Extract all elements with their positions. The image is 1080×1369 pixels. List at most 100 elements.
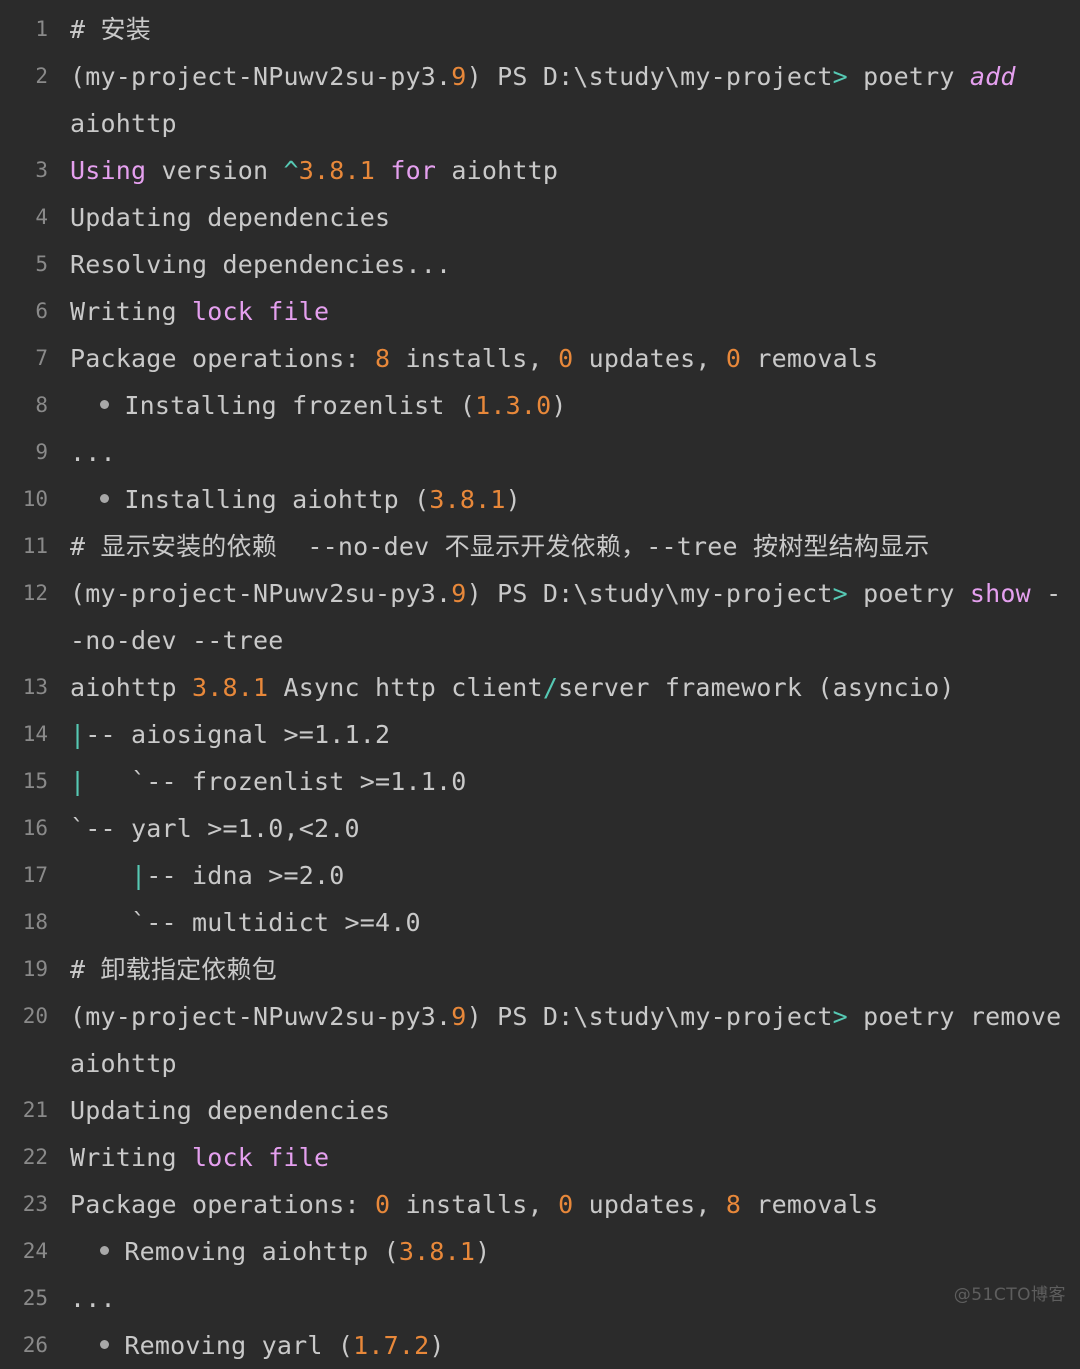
token-plain: ) [505,485,521,514]
line-number: 9 [35,440,48,464]
token-pink: for [390,156,437,185]
bullet-icon [100,1245,110,1255]
code-line: 23 Package operations: 0 installs, 0 upda… [0,1181,1080,1228]
token-plain: (my-project-NPuwv2su-py3. [70,62,452,91]
token-plain: Installing aiohttp ( [109,485,430,514]
token-plain: Package operations: [70,1190,376,1219]
token-plain: Updating dependencies [70,203,391,232]
token-plain: ... [70,438,116,467]
line-content: ... [48,1275,1080,1322]
token-orange: 3.8.1 [298,156,376,185]
line-number: 5 [35,252,48,276]
token-plain: ) PS D:\study\my-project [466,1002,833,1031]
token-plain: `-- multidict >=4.0 [70,908,421,937]
code-line: 6 Writing lock file [0,288,1080,335]
line-content: (my-project-NPuwv2su-py3.9) PS D:\study\… [48,53,1080,147]
code-line: 3 Using version ^3.8.1 for aiohttp [0,147,1080,194]
token-orange: 0 [725,344,742,373]
token-teal: / [542,673,559,702]
token-plain: Installing frozenlist ( [109,391,476,420]
token-plain: (my-project-NPuwv2su-py3. [70,1002,452,1031]
line-number: 8 [35,393,48,417]
line-content: Resolving dependencies... [48,241,1080,288]
token-orange: 0 [375,1190,391,1219]
token-plain: poetry [847,62,970,91]
code-line: 12 (my-project-NPuwv2su-py3.9) PS D:\stud… [0,570,1080,664]
token-teal: ^ [283,156,299,185]
token-orange: 1.7.2 [353,1331,430,1360]
token-plain: Removing yarl ( [109,1331,354,1360]
line-content: ... [48,429,1080,476]
line-content: |-- idna >=2.0 [48,852,1080,899]
code-line: 20 (my-project-NPuwv2su-py3.9) PS D:\stud… [0,993,1080,1087]
code-line: 13 aiohttp 3.8.1 Async http client/server… [0,664,1080,711]
line-content: `-- multidict >=4.0 [48,899,1080,946]
token-orange: 9 [451,579,467,608]
token-teal: | [131,861,147,890]
line-number: 22 [22,1145,48,1169]
line-number: 1 [35,17,48,41]
line-content: Writing lock file [48,288,1080,335]
code-line: 18 `-- multidict >=4.0 [0,899,1080,946]
code-line: 8 Installing frozenlist (1.3.0) [0,382,1080,429]
line-content: Installing aiohttp (3.8.1) [48,476,1080,523]
code-line: 14 |-- aiosignal >=1.1.2 [0,711,1080,758]
line-content: Installing frozenlist (1.3.0) [48,382,1080,429]
line-content: # 安装 [48,6,1080,53]
code-line: 2 (my-project-NPuwv2su-py3.9) PS D:\study… [0,53,1080,147]
token-teal: > [832,579,848,608]
line-number: 11 [22,534,48,558]
code-line: 25... [0,1275,1080,1322]
line-content: # 显示安装的依赖 --no-dev 不显示开发依赖，--tree 按树型结构显… [48,523,1080,570]
line-content: Package operations: 8 installs, 0 update… [48,335,1080,382]
line-content: Using version ^3.8.1 for aiohttp [48,147,1080,194]
line-content: Package operations: 0 installs, 0 update… [48,1181,1080,1228]
token-plain: Removing aiohttp ( [109,1237,399,1266]
token-plain: Async http client [268,673,543,702]
token-teal: > [832,62,848,91]
token-plain: ) PS D:\study\my-project [466,579,833,608]
token-teal: > [832,1002,848,1031]
token-orange: 1.3.0 [475,391,552,420]
line-number: 4 [35,205,48,229]
line-number: 16 [22,816,48,840]
token-plain: updates, [573,344,726,373]
bullet-icon [100,1339,110,1349]
line-number: 14 [22,722,48,746]
line-number: 13 [22,675,48,699]
token-plain: removals [741,344,879,373]
token-plain: Writing [70,297,193,326]
code-line: 4 Updating dependencies [0,194,1080,241]
line-content: Updating dependencies [48,1087,1080,1134]
token-orange: 9 [451,62,467,91]
line-number: 3 [35,158,48,182]
token-plain: server framework (asyncio) [558,673,955,702]
code-line: 11 # 显示安装的依赖 --no-dev 不显示开发依赖，--tree 按树型结… [0,523,1080,570]
token-orange: 8 [375,344,391,373]
line-content: Removing aiohttp (3.8.1) [48,1228,1080,1275]
line-number: 15 [22,769,48,793]
line-number: 20 [22,1004,48,1028]
code-line: 24 Removing aiohttp (3.8.1) [0,1228,1080,1275]
token-pink: lock file [192,297,330,326]
bullet-icon [100,493,110,503]
line-number: 24 [22,1239,48,1263]
line-number: 12 [22,581,48,605]
line-number: 21 [22,1098,48,1122]
token-plain: updates, [573,1190,726,1219]
token-plain: Writing [70,1143,193,1172]
token-plain: poetry [847,579,970,608]
line-number: 10 [22,487,48,511]
code-line: 21 Updating dependencies [0,1087,1080,1134]
code-line: 16 `-- yarl >=1.0,<2.0 [0,805,1080,852]
token-plain: (my-project-NPuwv2su-py3. [70,579,452,608]
token-plain: # 卸载指定依赖包 [70,955,277,984]
token-plain: ) [429,1331,445,1360]
code-line: 26 Removing yarl (1.7.2) [0,1322,1080,1369]
token-plain: -- aiosignal >=1.1.2 [85,720,391,749]
token-plain: `-- yarl >=1.0,<2.0 [70,814,360,843]
line-content: (my-project-NPuwv2su-py3.9) PS D:\study\… [48,993,1080,1087]
line-content: Writing lock file [48,1134,1080,1181]
token-plain: ... [70,1284,116,1313]
token-plain: `-- frozenlist >=1.1.0 [85,767,467,796]
